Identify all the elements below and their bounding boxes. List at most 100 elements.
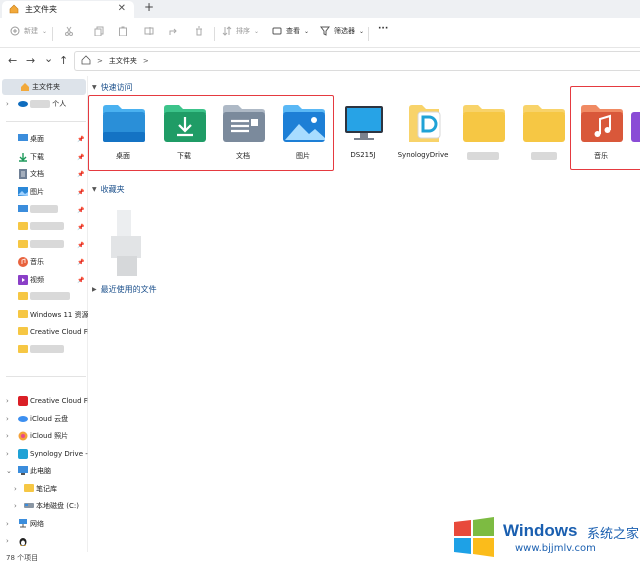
sidebar-item-creative-cloud-files[interactable]: › Creative Cloud Fil bbox=[0, 393, 88, 409]
quick-access-ds215j[interactable]: DS215J bbox=[333, 100, 393, 170]
chevron-right-icon: ▶ bbox=[92, 286, 97, 293]
desktop-folder-icon bbox=[101, 102, 147, 146]
sidebar-item-blurred-1[interactable]: 📌 bbox=[0, 202, 88, 218]
quick-access-downloads[interactable]: 下载 bbox=[154, 100, 214, 170]
forward-button[interactable]: → bbox=[26, 54, 35, 67]
sort-button[interactable]: 排序 ⌄ bbox=[222, 26, 259, 36]
picture-icon bbox=[18, 187, 28, 198]
quick-access-desktop[interactable]: 桌面 bbox=[93, 100, 153, 170]
sidebar-item-downloads[interactable]: 下载 📌 bbox=[0, 149, 88, 165]
delete-button[interactable] bbox=[194, 26, 204, 36]
sidebar-item-blurred-4[interactable] bbox=[0, 289, 88, 305]
share-button[interactable] bbox=[168, 26, 178, 36]
chevron-right-icon[interactable]: › bbox=[14, 485, 17, 493]
quick-access-documents[interactable]: 文档 bbox=[213, 100, 273, 170]
pin-icon: 📌 bbox=[77, 223, 85, 231]
sidebar-item-icloud-drive[interactable]: › iCloud 云盘 bbox=[0, 411, 88, 427]
filter-icon bbox=[320, 26, 330, 36]
sidebar-item-music[interactable]: 音乐 📌 bbox=[0, 254, 88, 270]
quick-access-music[interactable]: 音乐 bbox=[571, 100, 631, 170]
sidebar-item-windows11[interactable]: Windows 11 资源 bbox=[0, 307, 88, 323]
folder-icon bbox=[18, 327, 28, 337]
sidebar-item-desktop[interactable]: 桌面 📌 bbox=[0, 131, 88, 147]
back-button[interactable]: ← bbox=[8, 54, 17, 67]
status-item-count: 78 个项目 bbox=[6, 554, 39, 562]
sidebar-item-pictures[interactable]: 图片 📌 bbox=[0, 184, 88, 200]
quick-access-header[interactable]: ▼ 快速访问 bbox=[92, 82, 133, 93]
sidebar-item-label: Windows 11 资源 bbox=[30, 311, 88, 319]
chevron-right-icon[interactable]: › bbox=[6, 397, 9, 405]
downloads-folder-icon bbox=[162, 102, 208, 146]
sidebar-item-label: 此电脑 bbox=[30, 467, 51, 475]
sidebar-item-videos[interactable]: 视频 📌 bbox=[0, 272, 88, 288]
chevron-right-icon[interactable]: › bbox=[14, 502, 17, 510]
sidebar-item-creative-cloud[interactable]: Creative Cloud Fil bbox=[0, 324, 88, 340]
monitor-icon bbox=[18, 205, 28, 216]
quick-access-pictures[interactable]: 图片 bbox=[273, 100, 333, 170]
sidebar-item-linux[interactable]: › bbox=[0, 533, 88, 549]
recent-files-header[interactable]: ▶ 最近使用的文件 bbox=[92, 284, 157, 295]
quick-access-videos[interactable] bbox=[631, 100, 640, 170]
tab-home[interactable]: 主文件夹 ✕ bbox=[2, 1, 134, 18]
copy-button[interactable] bbox=[94, 26, 104, 36]
chevron-down-icon[interactable]: ⌄ bbox=[6, 467, 12, 475]
content-pane: ▼ 快速访问 桌面 下载 文档 图片 DS215J SynologyDrive … bbox=[88, 76, 640, 563]
sidebar-item-icloud-photos[interactable]: › iCloud 照片 bbox=[0, 428, 88, 444]
address-field[interactable]: > 主文件夹 > bbox=[74, 51, 640, 71]
paste-button[interactable] bbox=[118, 26, 128, 36]
view-icon bbox=[272, 27, 282, 35]
chevron-right-icon[interactable]: › bbox=[6, 100, 9, 108]
sidebar-item-onedrive[interactable]: › 个人 bbox=[0, 96, 88, 112]
copy-icon bbox=[94, 26, 104, 36]
documents-folder-icon bbox=[221, 102, 267, 146]
home-icon bbox=[81, 55, 91, 67]
quick-access-folder-blurred-2[interactable] bbox=[513, 100, 573, 170]
new-button[interactable]: 新建 ⌄ bbox=[10, 26, 47, 36]
breadcrumb-home[interactable]: 主文件夹 bbox=[109, 56, 137, 66]
share-icon bbox=[169, 28, 177, 35]
sidebar-item-documents[interactable]: 文档 📌 bbox=[0, 166, 88, 182]
sidebar-item-label: 音乐 bbox=[30, 258, 44, 266]
filter-button[interactable]: 筛选器 ⌄ bbox=[320, 26, 364, 36]
quick-access-synologydrive[interactable]: SynologyDrive bbox=[393, 100, 453, 170]
chevron-right-icon[interactable]: › bbox=[6, 450, 9, 458]
quick-access-label: SynologyDrive bbox=[397, 151, 449, 159]
command-bar: 新建 ⌄ 排序 ⌄ 查看 ⌄ 筛选器 ⌄ ··· bbox=[0, 18, 640, 48]
sidebar-item-local-disk-c[interactable]: › 本地磁盘 (C:) bbox=[0, 498, 88, 514]
favorites-header[interactable]: ▼ 收藏夹 bbox=[92, 184, 125, 195]
sidebar-item-notes[interactable]: › 笔记库 bbox=[0, 481, 88, 497]
chevron-right-icon[interactable]: › bbox=[6, 520, 9, 528]
cut-button[interactable] bbox=[64, 26, 74, 36]
folder-icon bbox=[521, 102, 567, 146]
sidebar-item-blurred-3[interactable]: 📌 bbox=[0, 237, 88, 253]
linux-penguin-icon bbox=[18, 536, 28, 548]
pin-icon: 📌 bbox=[77, 153, 85, 161]
drive-icon bbox=[24, 501, 34, 511]
sidebar-item-synology[interactable]: › Synology Drive - bbox=[0, 446, 88, 462]
synology-drive-icon bbox=[18, 449, 28, 461]
chevron-right-icon[interactable]: › bbox=[6, 432, 9, 440]
chevron-right-icon[interactable]: › bbox=[6, 415, 9, 423]
view-button[interactable]: 查看 ⌄ bbox=[272, 26, 309, 36]
sidebar-item-blurred-5[interactable] bbox=[0, 342, 88, 358]
watermark-url: www.bjjmlv.com bbox=[515, 543, 596, 554]
recent-locations-button[interactable]: ⌄ bbox=[44, 52, 53, 65]
chevron-down-icon: ▼ bbox=[92, 186, 97, 193]
chevron-right-icon[interactable]: › bbox=[6, 537, 9, 545]
new-tab-button[interactable]: + bbox=[144, 0, 154, 14]
favorite-item-blurred[interactable] bbox=[105, 210, 147, 280]
sidebar-item-label: 桌面 bbox=[30, 135, 44, 143]
network-icon bbox=[18, 519, 28, 530]
quick-access-folder-blurred-1[interactable] bbox=[453, 100, 513, 170]
sidebar-item-blurred-2[interactable]: 📌 bbox=[0, 219, 88, 235]
rename-button[interactable] bbox=[144, 26, 154, 36]
pin-icon: 📌 bbox=[77, 241, 85, 249]
sidebar-item-network[interactable]: › 网络 bbox=[0, 516, 88, 532]
breadcrumb-separator: > bbox=[97, 57, 103, 65]
sidebar-item-home[interactable]: 主文件夹 bbox=[2, 79, 86, 95]
sidebar-item-label: Creative Cloud Fil bbox=[30, 397, 88, 405]
more-button[interactable]: ··· bbox=[378, 24, 388, 34]
close-tab-icon[interactable]: ✕ bbox=[118, 3, 126, 14]
up-button[interactable]: ↑ bbox=[59, 54, 68, 67]
sidebar-item-this-pc[interactable]: ⌄ 此电脑 bbox=[0, 463, 88, 479]
